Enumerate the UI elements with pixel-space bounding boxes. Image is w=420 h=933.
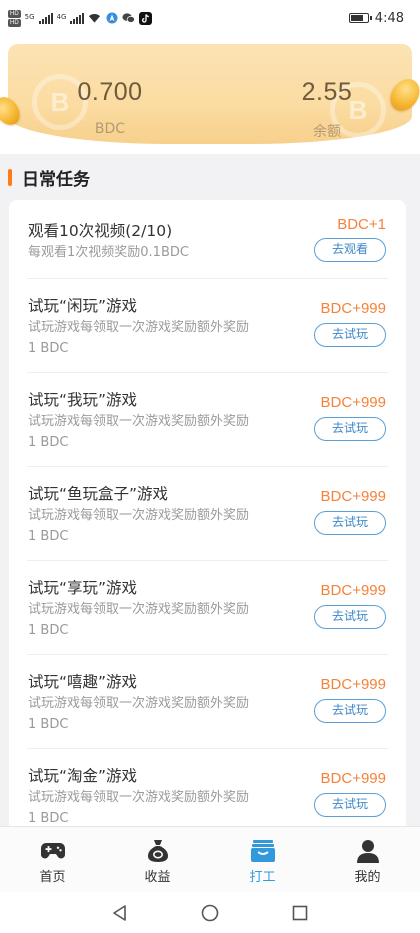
network-type-label: 5G: [24, 12, 35, 21]
tab-profile[interactable]: 我的: [315, 827, 420, 892]
task-item: 试玩“淘金”游戏 试玩游戏每领取一次游戏奖励额外奖励 1 BDC BDC+999…: [9, 749, 406, 826]
hd-badge: HD: [8, 9, 21, 18]
task-description: 每观看1次视频奖励0.1BDC: [28, 245, 189, 260]
bdc-stat[interactable]: 0.700 BDC: [40, 78, 180, 137]
location-icon: [105, 12, 118, 25]
try-game-button[interactable]: 去试玩: [314, 511, 386, 535]
try-game-button[interactable]: 去试玩: [314, 605, 386, 629]
task-title: 试玩“闲玩”游戏: [28, 297, 138, 315]
home-icon[interactable]: [200, 903, 220, 923]
hd-badge: HD: [8, 18, 21, 27]
section-title: 日常任务: [22, 169, 90, 190]
system-navigation-bar: [0, 892, 420, 933]
task-reward: BDC+999: [320, 582, 386, 599]
status-bar: HD HD 5G 4G 4:48: [0, 0, 420, 36]
balance-banner: B B 0.700 BDC 2.55 余额: [0, 36, 420, 154]
task-description: 试玩游戏每领取一次游戏奖励额外奖励 1 BDC: [28, 602, 250, 638]
task-description: 试玩游戏每领取一次游戏奖励额外奖励 1 BDC: [28, 320, 250, 356]
task-item: 试玩“我玩”游戏 试玩游戏每领取一次游戏奖励额外奖励 1 BDC BDC+999…: [9, 373, 406, 466]
balance-stat[interactable]: 2.55 余额: [257, 78, 397, 141]
task-list: 观看10次视频(2/10) 每观看1次视频奖励0.1BDC BDC+1 去观看 …: [9, 200, 406, 826]
watch-video-button[interactable]: 去观看: [314, 238, 386, 262]
hd-badges: HD HD: [8, 9, 21, 27]
gamepad-icon: [40, 839, 66, 863]
signal-icon: [38, 12, 53, 24]
task-reward: BDC+999: [320, 300, 386, 317]
task-title: 试玩“淘金”游戏: [28, 767, 138, 785]
balance-value: 2.55: [301, 78, 353, 106]
task-item: 试玩“享玩”游戏 试玩游戏每领取一次游戏奖励额外奖励 1 BDC BDC+999…: [9, 561, 406, 654]
balance-label: 余额: [313, 124, 341, 140]
tab-home[interactable]: 首页: [0, 827, 105, 892]
task-description: 试玩游戏每领取一次游戏奖励额外奖励 1 BDC: [28, 790, 250, 826]
recents-icon[interactable]: [290, 903, 310, 923]
tab-label: 收益: [144, 870, 171, 885]
task-title: 试玩“嘻趣”游戏: [28, 673, 138, 691]
money-bag-icon: [145, 839, 171, 863]
balance-card: B B 0.700 BDC 2.55 余额: [8, 44, 412, 144]
try-game-button[interactable]: 去试玩: [314, 699, 386, 723]
task-item: 观看10次视频(2/10) 每观看1次视频奖励0.1BDC BDC+1 去观看: [9, 200, 406, 278]
task-reward: BDC+999: [320, 676, 386, 693]
task-reward: BDC+1: [337, 216, 386, 233]
bottom-tab-bar: 首页 收益 打工 我的: [0, 826, 420, 892]
wifi-icon: [88, 12, 101, 25]
status-time: 4:48: [374, 10, 404, 26]
tab-label: 首页: [39, 870, 66, 885]
tab-label: 打工: [249, 870, 276, 885]
try-game-button[interactable]: 去试玩: [314, 417, 386, 441]
user-icon: [355, 839, 381, 863]
task-item: 试玩“鱼玩盒子”游戏 试玩游戏每领取一次游戏奖励额外奖励 1 BDC BDC+9…: [9, 467, 406, 560]
section-header: 日常任务: [0, 154, 420, 200]
section-accent-bar: [8, 168, 12, 186]
tab-label: 我的: [354, 870, 381, 885]
task-description: 试玩游戏每领取一次游戏奖励额外奖励 1 BDC: [28, 414, 250, 450]
task-description: 试玩游戏每领取一次游戏奖励额外奖励 1 BDC: [28, 696, 250, 732]
task-reward: BDC+999: [320, 488, 386, 505]
task-item: 试玩“嘻趣”游戏 试玩游戏每领取一次游戏奖励额外奖励 1 BDC BDC+999…: [9, 655, 406, 748]
network-type-label: 4G: [56, 12, 67, 21]
try-game-button[interactable]: 去试玩: [314, 323, 386, 347]
briefcase-icon: [250, 839, 276, 863]
tab-earnings[interactable]: 收益: [105, 827, 210, 892]
status-left-icons: HD HD 5G 4G: [8, 9, 153, 27]
bdc-label: BDC: [94, 121, 126, 137]
status-right: 4:48: [348, 10, 404, 26]
try-game-button[interactable]: 去试玩: [314, 793, 386, 817]
task-item: 试玩“闲玩”游戏 试玩游戏每领取一次游戏奖励额外奖励 1 BDC BDC+999…: [9, 279, 406, 372]
battery-icon: [348, 13, 372, 23]
task-title: 观看10次视频(2/10): [28, 222, 173, 240]
tiktok-icon: [139, 11, 153, 25]
task-reward: BDC+999: [320, 394, 386, 411]
task-reward: BDC+999: [320, 770, 386, 787]
tab-work[interactable]: 打工: [210, 827, 315, 892]
signal-icon: [70, 12, 85, 24]
task-title: 试玩“鱼玩盒子”游戏: [28, 485, 169, 503]
task-title: 试玩“享玩”游戏: [28, 579, 138, 597]
wechat-icon: [122, 12, 136, 25]
back-icon[interactable]: [110, 903, 130, 923]
task-title: 试玩“我玩”游戏: [28, 391, 138, 409]
task-description: 试玩游戏每领取一次游戏奖励额外奖励 1 BDC: [28, 508, 250, 544]
bdc-value: 0.700: [77, 78, 143, 106]
